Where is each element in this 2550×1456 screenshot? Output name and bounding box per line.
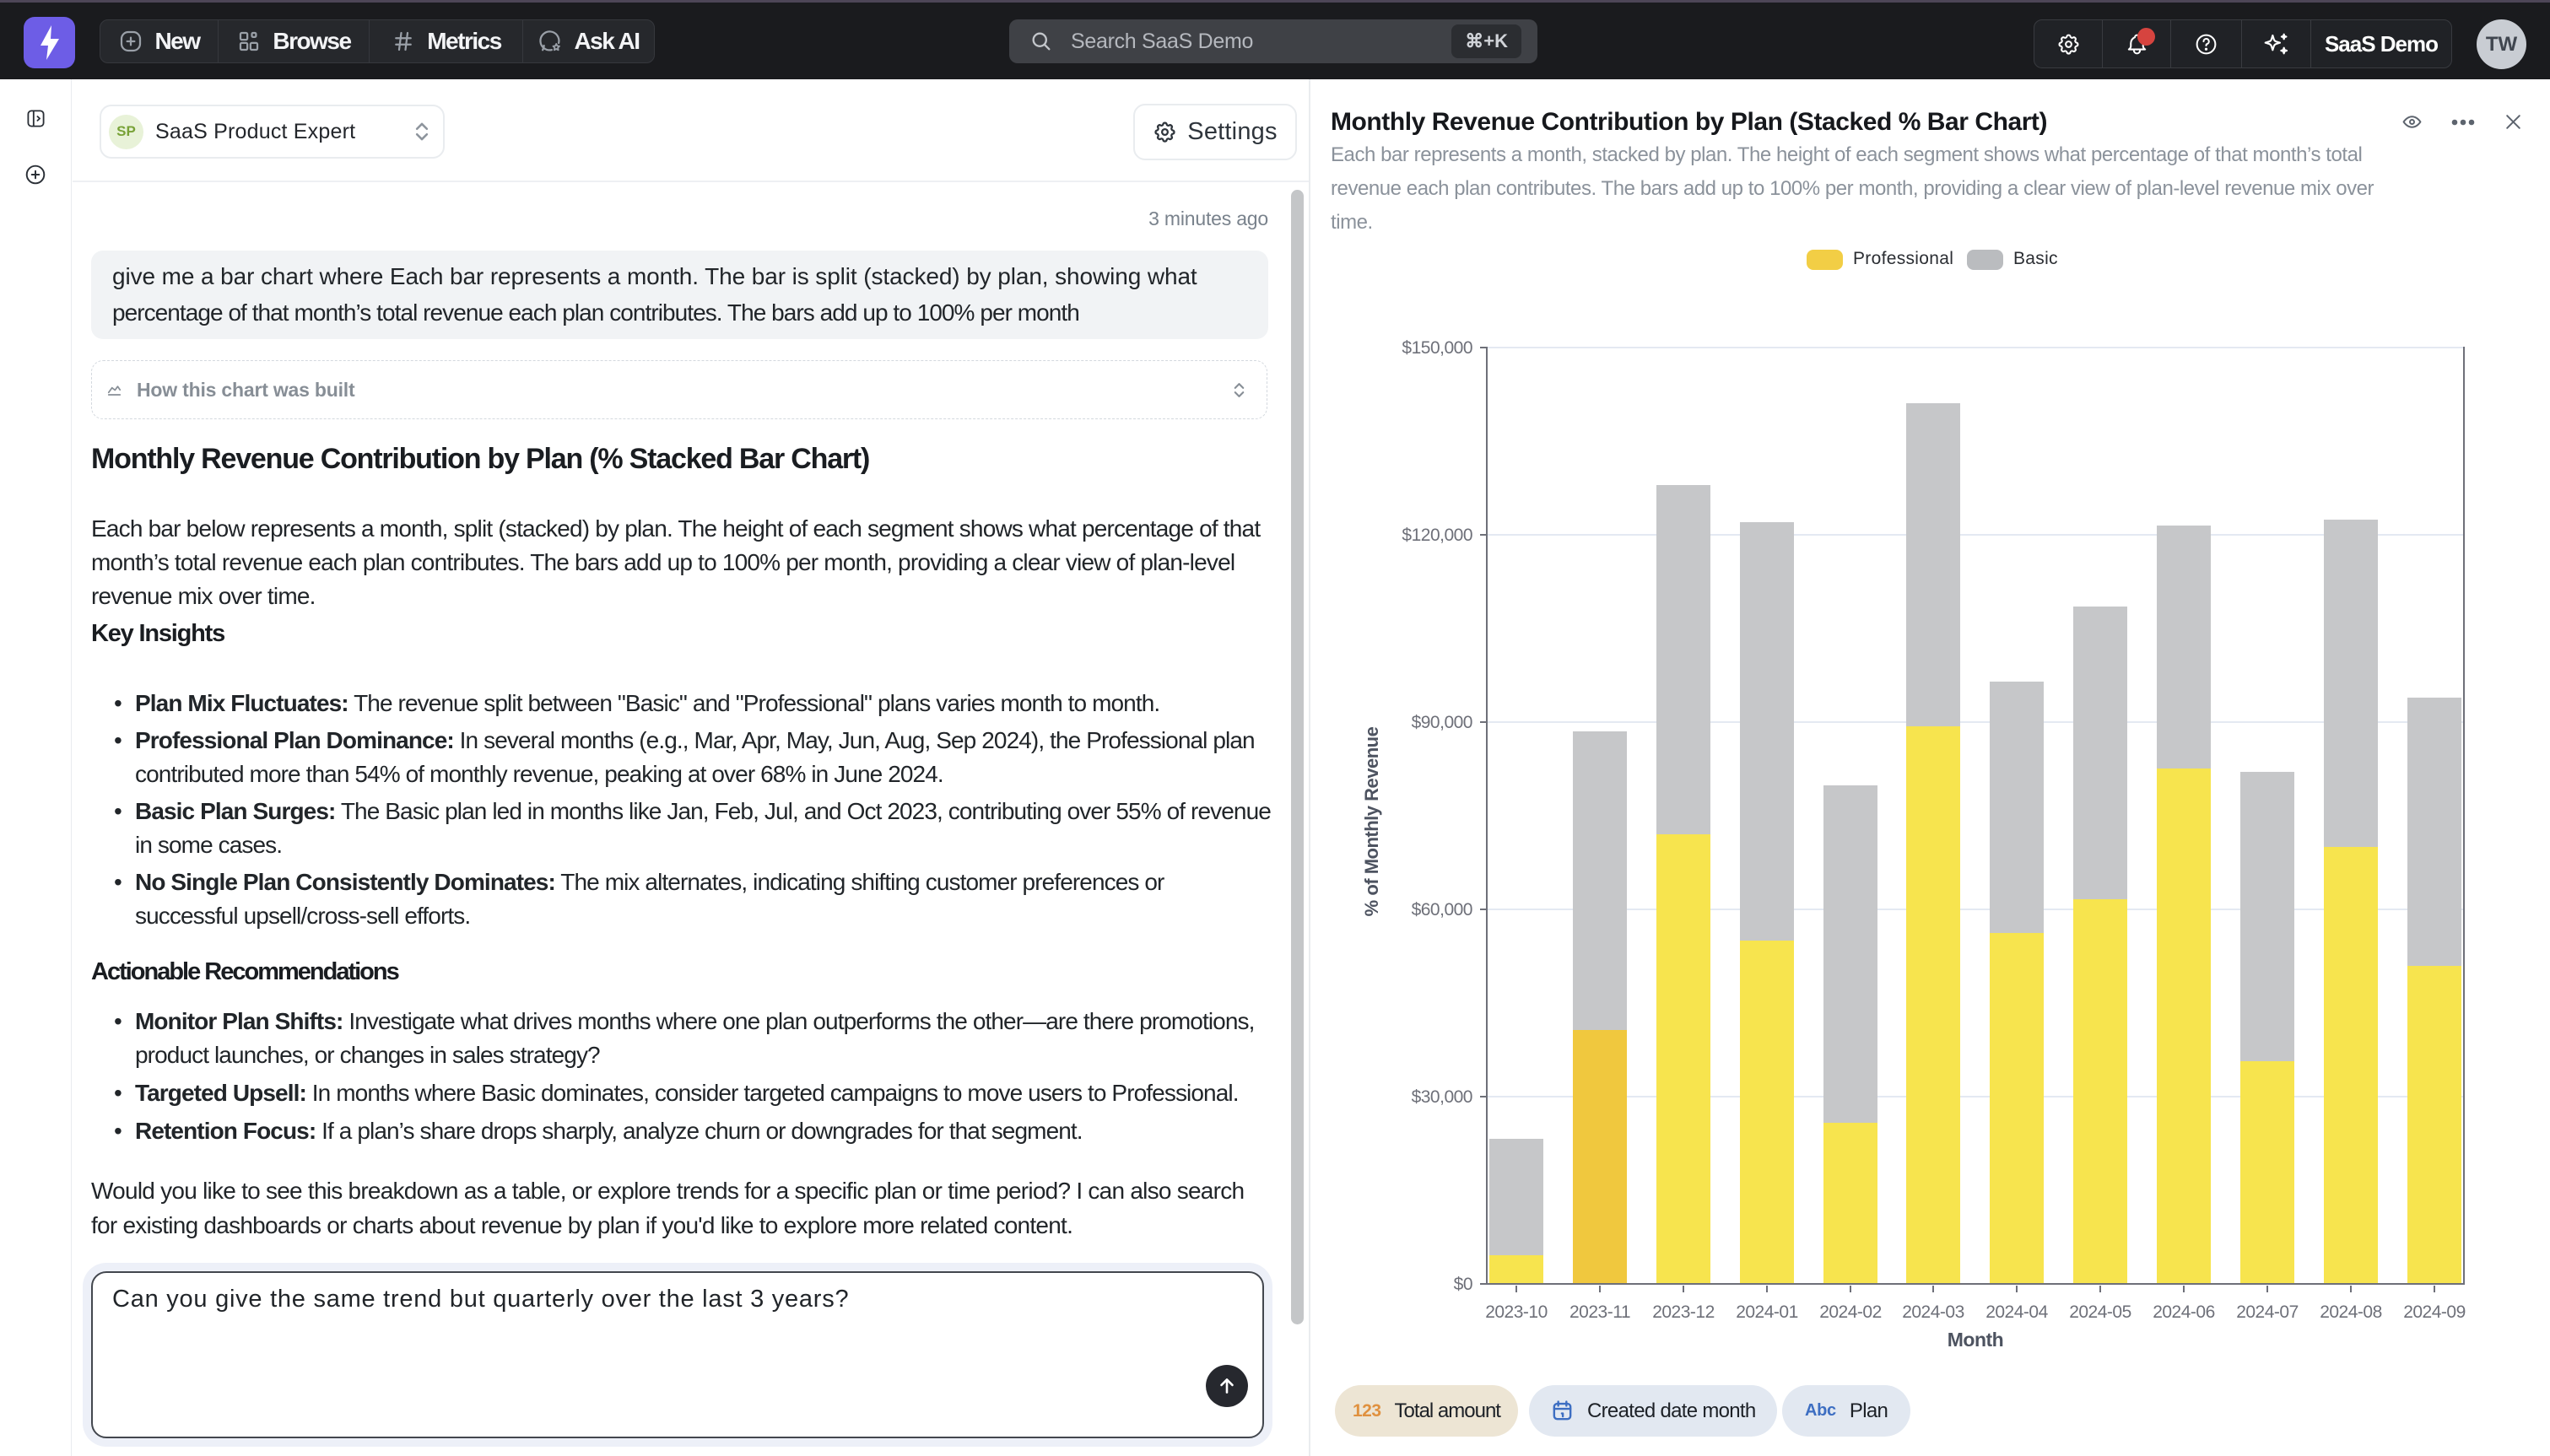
- svg-text:$0: $0: [1454, 1275, 1472, 1294]
- svg-text:2024-09: 2024-09: [2403, 1302, 2466, 1322]
- svg-text:$120,000: $120,000: [1402, 526, 1472, 545]
- svg-text:2024-05: 2024-05: [2069, 1302, 2131, 1322]
- svg-text:$150,000: $150,000: [1402, 338, 1472, 358]
- svg-text:% of Monthly Revenue: % of Monthly Revenue: [1361, 726, 1382, 916]
- svg-text:2023-10: 2023-10: [1485, 1302, 1548, 1322]
- svg-text:$90,000: $90,000: [1412, 713, 1472, 732]
- svg-text:$30,000: $30,000: [1412, 1087, 1472, 1107]
- svg-text:Month: Month: [1948, 1329, 2003, 1351]
- svg-text:2024-06: 2024-06: [2153, 1302, 2215, 1322]
- svg-text:2024-08: 2024-08: [2320, 1302, 2382, 1322]
- svg-text:2024-01: 2024-01: [1736, 1302, 1798, 1322]
- svg-text:2023-11: 2023-11: [1569, 1302, 1630, 1322]
- svg-text:2024-04: 2024-04: [1985, 1302, 2048, 1322]
- svg-text:2024-07: 2024-07: [2236, 1302, 2299, 1322]
- svg-text:$60,000: $60,000: [1412, 900, 1472, 919]
- svg-text:2024-02: 2024-02: [1819, 1302, 1882, 1322]
- svg-text:2023-12: 2023-12: [1652, 1302, 1715, 1322]
- svg-text:2024-03: 2024-03: [1902, 1302, 1964, 1322]
